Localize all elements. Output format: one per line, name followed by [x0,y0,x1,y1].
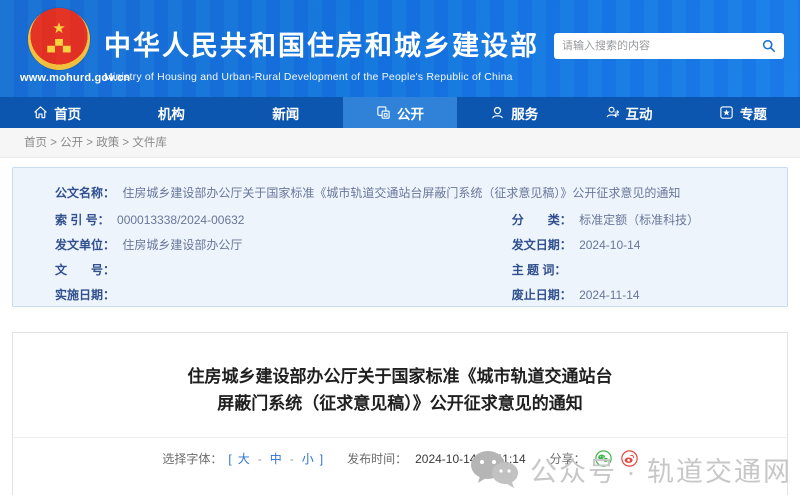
site-url: www.mohurd.gov.cn [20,72,98,84]
nav-item-topics[interactable]: 专题 [686,97,800,128]
home-icon [33,105,48,120]
site-title: 中华人民共和国住房和城乡建设部 [104,24,539,63]
category-label: 分 类： [512,213,572,227]
document-meta-box: 公文名称： 住房城乡建设部办公厅关于国家标准《城市轨道交通站台屏蔽门系统（征求意… [12,167,788,307]
meta-row-issuing-unit: 发文单位： 住房城乡建设部办公厅 [55,236,512,251]
article-container: 住房城乡建设部办公厅关于国家标准《城市轨道交通站台 屏蔽门系统（征求意见稿）》公… [12,332,788,495]
share-label: 分享： [550,450,586,467]
publish-time-value: 2024-10-14 18:11:14 [415,452,526,466]
nav-item-open[interactable]: 公开 [343,97,457,128]
category-value: 标准定额（标准科技） [579,213,699,227]
meta-row-subject-words: 主 题 词： [512,261,747,276]
meta-row-index-no: 索 引 号： 000013338/2024-00632 [55,211,512,226]
article-title-line2: 屏蔽门系统（征求意见稿）》公开征求意见的通知 [13,390,787,417]
meta-row-issue-date: 发文日期： 2024-10-14 [512,236,747,251]
search-box[interactable] [554,33,784,59]
site-header: ★ ▄▀▄ www.mohurd.gov.cn 中华人民共和国住房和城乡建设部 … [0,0,800,97]
issue-date-label: 发文日期： [512,238,572,252]
font-size-large-button[interactable]: 大 [238,450,250,467]
nav-item-interaction[interactable]: 互动 [571,97,685,128]
issuing-unit-value: 住房城乡建设部办公厅 [122,238,242,252]
nav-label: 机构 [158,103,185,123]
search-icon[interactable] [762,39,776,53]
dash: - [290,452,294,466]
national-emblem-icon: ★ ▄▀▄ [28,8,90,70]
font-size-small-button[interactable]: 小 [302,450,314,467]
search-input[interactable] [562,40,762,52]
dash: - [258,452,262,466]
abolish-date-label: 废止日期： [512,288,572,302]
article-title-line1: 住房城乡建设部办公厅关于国家标准《城市轨道交通站台 [13,363,787,390]
nav-item-news[interactable]: 新闻 [229,97,343,128]
doc-name-label: 公文名称： [55,186,115,200]
publish-time-label: 发布时间： [347,450,407,467]
meta-row-category: 分 类： 标准定额（标准科技） [512,211,747,226]
meta-row-abolish-date: 废止日期： 2024-11-14 [512,286,747,301]
index-no-value: 000013338/2024-00632 [117,213,244,227]
nav-item-services[interactable]: 服务 [457,97,571,128]
issuing-unit-label: 发文单位： [55,238,115,252]
person-arrows-icon [605,105,620,120]
meta-row-implement-date: 实施日期： [55,286,512,301]
documents-icon [376,105,391,120]
issue-date-value: 2024-10-14 [579,238,640,252]
nav-label: 专题 [740,103,767,123]
doc-number-label: 文 号： [55,263,115,277]
title-divider [13,437,787,438]
meta-row-doc-number: 文 号： [55,261,512,276]
wechat-share-icon[interactable] [595,450,612,467]
weibo-share-icon[interactable] [621,450,638,467]
nav-label: 新闻 [272,103,299,123]
doc-name-value: 住房城乡建设部办公厅关于国家标准《城市轨道交通站台屏蔽门系统（征求意见稿）》公开… [122,186,680,200]
nav-item-home[interactable]: 首页 [0,97,114,128]
meta-row-doc-name: 公文名称： 住房城乡建设部办公厅关于国家标准《城市轨道交通站台屏蔽门系统（征求意… [55,184,747,201]
abolish-date-value: 2024-11-14 [579,288,640,302]
nav-label: 互动 [626,103,653,123]
article-title: 住房城乡建设部办公厅关于国家标准《城市轨道交通站台 屏蔽门系统（征求意见稿）》公… [13,363,787,417]
star-box-icon [719,105,734,120]
bracket-close: ] [320,452,323,466]
article-toolbar: 选择字体：[大-中-小] 发布时间：2024-10-14 18:11:14 分享… [13,450,787,467]
nav-item-org[interactable]: 机构 [114,97,228,128]
person-headset-icon [490,105,505,120]
breadcrumb[interactable]: 首页 > 公开 > 政策 > 文件库 [0,128,800,158]
font-select-label: 选择字体： [162,450,222,467]
site-subtitle: Ministry of Housing and Urban-Rural Deve… [104,71,539,83]
subject-words-label: 主 题 词： [512,263,567,277]
nav-label: 服务 [511,103,538,123]
font-size-medium-button[interactable]: 中 [270,450,282,467]
nav-label: 公开 [397,103,424,123]
index-no-label: 索 引 号： [55,213,110,227]
main-nav: 首页 机构 新闻 公开 服务 互动 [0,97,800,128]
nav-label: 首页 [54,103,81,123]
implement-date-label: 实施日期： [55,288,115,302]
bracket-open: [ [228,452,231,466]
